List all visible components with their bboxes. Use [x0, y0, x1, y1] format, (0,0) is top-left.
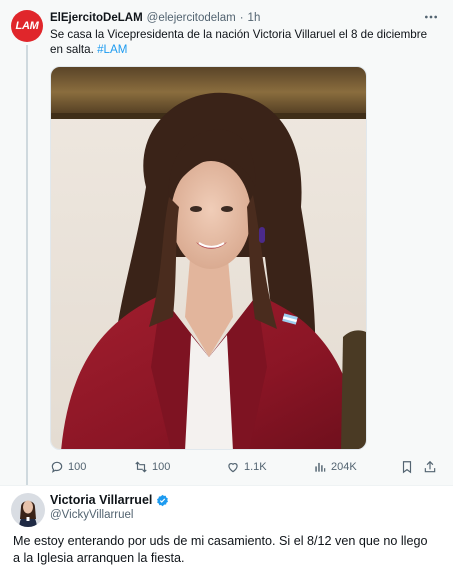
- tweet-elejercitodelam[interactable]: LAM ElEjercitoDeLAM @elejercitodelam · 1…: [0, 0, 453, 485]
- author-name[interactable]: ElEjercitoDeLAM: [50, 12, 143, 24]
- reply-button[interactable]: 100: [50, 458, 86, 476]
- retweet-count: 100: [152, 461, 171, 473]
- bookmark-icon: [402, 461, 412, 474]
- portrait-photo: [51, 67, 366, 449]
- retweet-icon: [135, 461, 147, 473]
- hashtag-link[interactable]: #LAM: [97, 43, 127, 56]
- author-handle[interactable]: @VickyVillarruel: [50, 509, 133, 521]
- reply-count: 100: [68, 461, 87, 473]
- avatar-lam-logo-text: LAM: [15, 20, 39, 32]
- tweet-body-text: Me estoy enterando por uds de mi casamie…: [13, 534, 428, 565]
- avatar-lam[interactable]: LAM: [11, 10, 43, 42]
- author-name-row: Victoria Villarruel: [50, 493, 169, 507]
- views-button[interactable]: 204K: [313, 458, 357, 476]
- share-button[interactable]: [423, 458, 437, 476]
- reply-icon: [51, 461, 63, 473]
- avatar-photo: [11, 493, 45, 527]
- tweet-timestamp[interactable]: 1h: [248, 12, 261, 24]
- verified-badge-icon: [157, 494, 169, 506]
- tweet-thread: LAM ElEjercitoDeLAM @elejercitodelam · 1…: [0, 0, 453, 574]
- retweet-button[interactable]: 100: [134, 458, 170, 476]
- share-icon: [424, 460, 436, 473]
- avatar-victoria-villarruel[interactable]: [11, 493, 45, 527]
- bookmark-button[interactable]: [400, 458, 414, 476]
- tweet-vickyvillarruel[interactable]: Victoria Villarruel @VickyVillarruel Me …: [0, 485, 453, 574]
- views-count: 204K: [331, 461, 357, 473]
- heart-icon: [228, 463, 238, 473]
- author-name[interactable]: Victoria Villarruel: [50, 493, 152, 507]
- views-chart-icon: [315, 462, 326, 472]
- thread-connector-line: [26, 45, 28, 485]
- tweet-header: ElEjercitoDeLAM @elejercitodelam · 1h: [50, 10, 260, 26]
- tweet-photo[interactable]: [50, 66, 367, 450]
- more-dots-icon[interactable]: [421, 9, 441, 25]
- like-button[interactable]: 1.1K: [226, 458, 267, 476]
- like-count: 1.1K: [244, 461, 267, 473]
- tweet-text: Se casa la Vicepresidenta de la nación V…: [50, 27, 435, 57]
- tweet-action-bar: 100 100 1.1K 204K: [50, 458, 445, 476]
- author-handle[interactable]: @elejercitodelam: [147, 12, 236, 24]
- separator-dot: ·: [239, 12, 244, 24]
